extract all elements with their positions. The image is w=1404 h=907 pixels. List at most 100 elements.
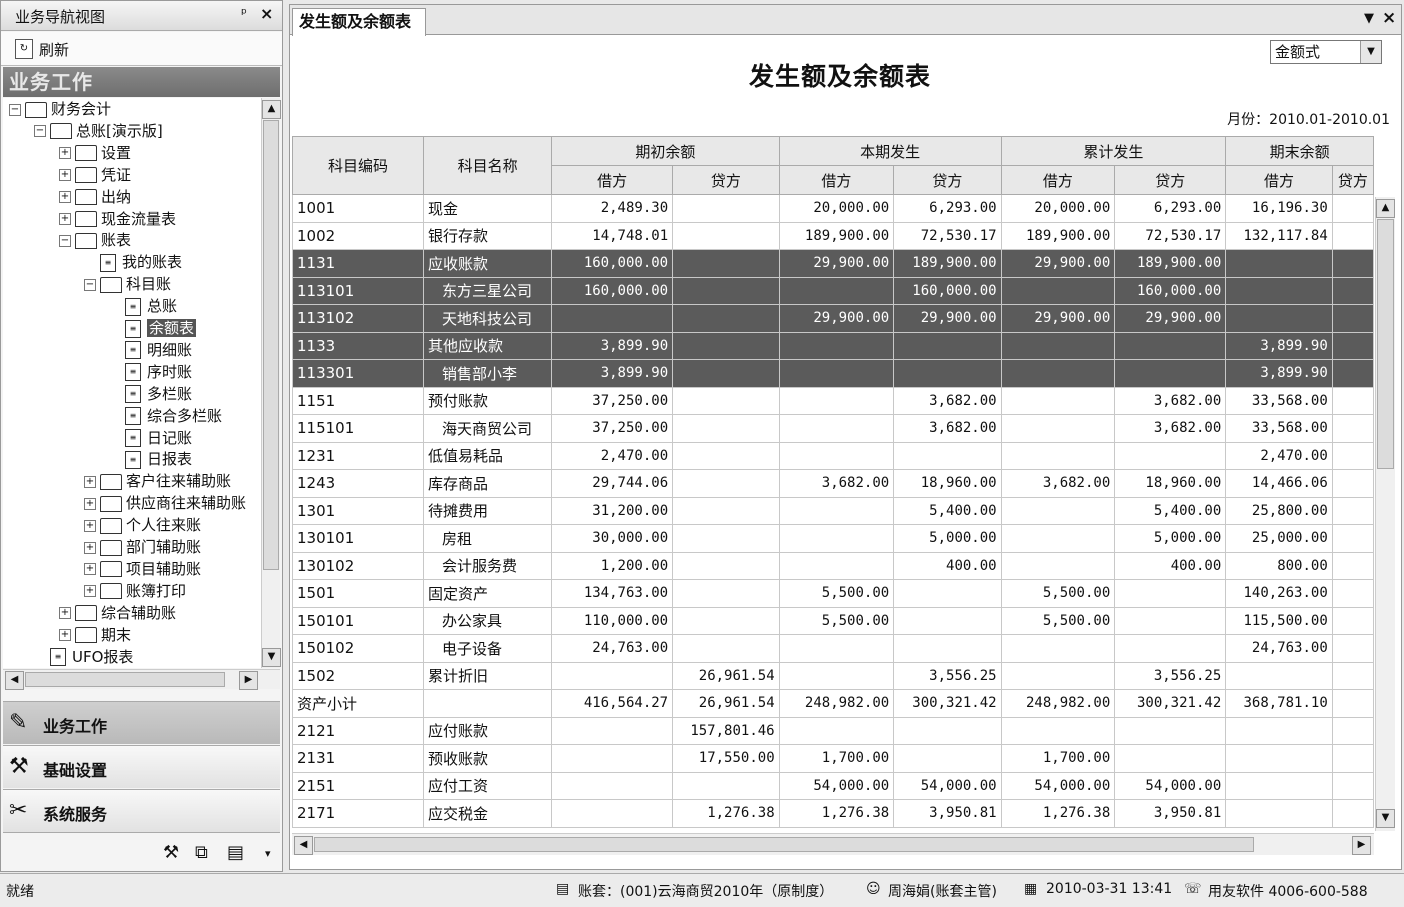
tree-item[interactable]: + 账簿打印 <box>84 580 186 602</box>
collapse-icon[interactable]: − <box>9 103 21 116</box>
nav-basic-settings-button[interactable]: ⚒ 基础设置 <box>3 745 280 788</box>
table-row[interactable]: 1002 银行存款 14,748.01 189,900.00 72,530.17 189,… <box>292 221 1374 250</box>
expand-icon[interactable]: + <box>59 629 71 642</box>
collapse-icon[interactable]: − <box>34 125 46 138</box>
expand-icon[interactable]: + <box>59 169 71 182</box>
table-row[interactable]: 1231 低值易耗品 2,470.00 2,470.00 <box>292 441 1374 470</box>
close-icon[interactable]: × <box>260 4 273 23</box>
expand-icon[interactable]: + <box>59 191 71 204</box>
table-row[interactable]: 1133 其他应收款 3,899.90 3,899.90 <box>292 331 1374 360</box>
table-row[interactable]: 2151 应付工资 54,000.00 54,000.00 54,000.00 54,00… <box>292 771 1374 800</box>
tree-item[interactable]: ≡ 序时账 <box>109 361 192 383</box>
tree-item[interactable]: ≡ 多栏账 <box>109 383 192 405</box>
table-row[interactable]: 130102 会计服务费 1,200.00 400.00 400.00 800.00 <box>292 551 1374 580</box>
tree-item[interactable]: ≡ 日报表 <box>109 448 192 470</box>
tree-item[interactable]: + 客户往来辅助账 <box>84 470 231 492</box>
nav-business-work-button[interactable]: ✎ 业务工作 <box>3 701 280 744</box>
tab-report[interactable]: 发生额及余额表 <box>292 8 426 36</box>
scroll-up-icon[interactable]: ▲ <box>1376 199 1395 218</box>
table-row[interactable]: 2171 应交税金 1,276.38 1,276.38 3,950.81 1,276.38… <box>292 799 1374 828</box>
expand-icon[interactable]: + <box>84 541 96 554</box>
tree-item[interactable]: + 部门辅助账 <box>84 536 201 558</box>
scroll-left-icon[interactable]: ◀ <box>294 836 313 855</box>
cell-amount: 54,000.00 <box>1114 771 1227 800</box>
table-row[interactable]: 资产小计 416,564.27 26,961.54 248,982.00 300,321… <box>292 689 1374 718</box>
table-row[interactable]: 1502 累计折旧 26,961.54 3,556.25 3,556.25 <box>292 661 1374 690</box>
tools-icon[interactable]: ⚒ <box>163 842 179 863</box>
chevron-down-icon[interactable]: ▾ <box>265 847 271 860</box>
tab-dropdown-icon[interactable]: ▼ <box>1364 11 1374 26</box>
tree-item[interactable]: + 凭证 <box>59 164 131 186</box>
table-row[interactable]: 1501 固定资产 134,763.00 5,500.00 5,500.00 140,26… <box>292 579 1374 608</box>
scroll-down-icon[interactable]: ▼ <box>1376 809 1395 828</box>
tree-item[interactable]: + 设置 <box>59 142 131 164</box>
expand-icon[interactable]: + <box>84 563 96 576</box>
table-row[interactable]: 2121 应付账款 157,801.46 <box>292 716 1374 745</box>
tree-item[interactable]: ≡ 日记账 <box>109 427 192 449</box>
table-row[interactable]: 115101 海天商贸公司 37,250.00 3,682.00 3,682.00 33,… <box>292 414 1374 443</box>
expand-icon[interactable]: + <box>84 475 96 488</box>
table-row[interactable]: 1151 预付账款 37,250.00 3,682.00 3,682.00 33,568.… <box>292 386 1374 415</box>
tree-item[interactable]: + 现金流量表 <box>59 208 176 230</box>
tree-item[interactable]: + 综合辅助账 <box>59 602 176 624</box>
tree-item[interactable]: ≡ 综合多栏账 <box>109 405 222 427</box>
scroll-up-icon[interactable]: ▲ <box>262 100 281 119</box>
expand-icon[interactable]: + <box>59 147 71 160</box>
tree-item[interactable]: ≡ 余额表 <box>109 317 197 339</box>
tree-item[interactable]: + 供应商往来辅助账 <box>84 492 246 514</box>
scroll-thumb[interactable] <box>1377 219 1394 469</box>
table-row[interactable]: 150102 电子设备 24,763.00 24,763.00 <box>292 634 1374 663</box>
tree-item[interactable]: − 财务会计 <box>9 98 111 120</box>
tree-item[interactable]: + 出纳 <box>59 186 131 208</box>
grid-horizontal-scrollbar[interactable]: ◀ ▶ <box>292 833 1374 855</box>
tree-item[interactable]: ≡ 总账 <box>109 295 177 317</box>
grid-vertical-scrollbar[interactable]: ▲ ▼ <box>1375 197 1395 831</box>
table-row[interactable]: 1131 应收账款 160,000.00 29,900.00 189,900.00 29,… <box>292 249 1374 278</box>
expand-icon[interactable]: + <box>84 519 96 532</box>
expand-icon[interactable]: + <box>84 585 96 598</box>
amount-format-select[interactable]: 金额式 ▼ <box>1270 40 1382 64</box>
refresh-button[interactable]: ↻ 刷新 <box>1 32 282 66</box>
tree-item[interactable]: ≡ 我的账表 <box>84 251 182 273</box>
table-row[interactable]: 130101 房租 30,000.00 5,000.00 5,000.00 25,000.… <box>292 524 1374 553</box>
tree-item[interactable]: + 项目辅助账 <box>84 558 201 580</box>
table-row[interactable]: 150101 办公家具 110,000.00 5,500.00 5,500.00 115,… <box>292 606 1374 635</box>
tree-horizontal-scrollbar[interactable]: ◀ ▶ <box>3 669 280 690</box>
expand-icon[interactable]: + <box>59 213 71 225</box>
table-row[interactable]: 1301 待摊费用 31,200.00 5,400.00 5,400.00 25,800.… <box>292 496 1374 525</box>
document-icon[interactable]: ▤ <box>227 842 244 863</box>
scroll-right-icon[interactable]: ▶ <box>1352 836 1371 855</box>
cell-amount <box>893 634 1002 663</box>
collapse-icon[interactable]: − <box>59 234 71 247</box>
table-row[interactable]: 2131 预收账款 17,550.00 1,700.00 1,700.00 <box>292 744 1374 773</box>
tree-vertical-scrollbar[interactable]: ▲ ▼ <box>261 98 281 668</box>
table-row[interactable]: 1243 库存商品 29,744.06 3,682.00 18,960.00 3,682.… <box>292 469 1374 498</box>
collapse-icon[interactable]: − <box>84 278 96 291</box>
header-name[interactable]: 科目名称 <box>422 136 553 195</box>
expand-icon[interactable]: + <box>84 497 96 510</box>
table-row[interactable]: 113101 东方三星公司 160,000.00 160,000.00 160,000.… <box>292 276 1374 305</box>
chevron-down-icon[interactable]: ▼ <box>1360 41 1381 63</box>
nav-system-service-button[interactable]: ✂ 系统服务 <box>3 789 280 832</box>
close-icon[interactable]: × <box>1382 8 1396 28</box>
tree-item[interactable]: ≡ UFO报表 <box>34 646 133 668</box>
tree-item[interactable]: − 科目账 <box>84 273 171 295</box>
header-code[interactable]: 科目编码 <box>292 136 424 195</box>
expand-icon[interactable]: + <box>59 607 71 620</box>
table-row[interactable]: 113301 销售部小李 3,899.90 3,899.90 <box>292 359 1374 388</box>
scroll-down-icon[interactable]: ▼ <box>262 648 281 667</box>
table-row[interactable]: 113102 天地科技公司 29,900.00 29,900.00 29,900.00 2… <box>292 304 1374 333</box>
tree-item[interactable]: − 总账[演示版] <box>34 120 163 142</box>
pin-icon[interactable]: ᵖ <box>241 6 247 22</box>
tree-item[interactable]: + 个人往来账 <box>84 514 201 536</box>
tree-item[interactable]: + 期末 <box>59 624 131 646</box>
table-row[interactable]: 1001 现金 2,489.30 20,000.00 6,293.00 20,000.00… <box>292 194 1374 223</box>
tree-item[interactable]: ≡ 明细账 <box>109 339 192 361</box>
scroll-thumb[interactable] <box>25 672 225 687</box>
tree-item[interactable]: − 账表 <box>59 229 131 251</box>
scroll-thumb[interactable] <box>314 837 1254 852</box>
scroll-left-icon[interactable]: ◀ <box>5 671 24 690</box>
scroll-right-icon[interactable]: ▶ <box>239 671 258 690</box>
window-icon[interactable]: ⧉ <box>195 842 208 863</box>
scroll-thumb[interactable] <box>263 120 279 570</box>
